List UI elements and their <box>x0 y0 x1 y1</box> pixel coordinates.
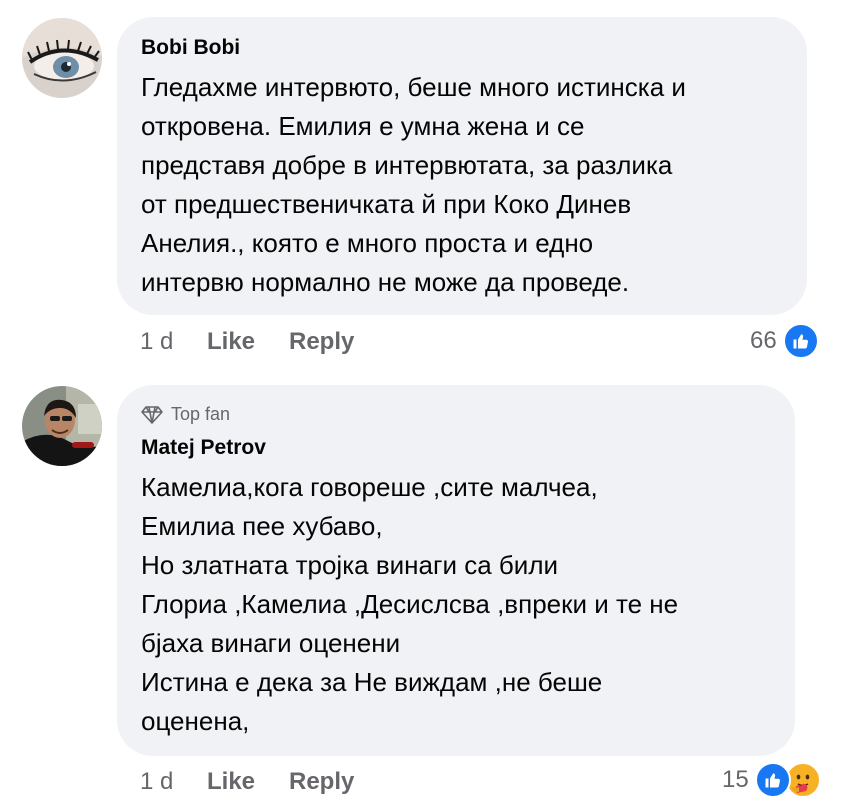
comment-text-line: Камелиа,кога говореше ,сите малчеа, <box>141 472 598 502</box>
like-button[interactable]: Like <box>207 328 255 356</box>
reply-button[interactable]: Reply <box>289 328 354 356</box>
reply-button[interactable]: Reply <box>289 768 354 796</box>
diamond-icon <box>141 405 163 424</box>
comment-text-line: Глориа ,Камелиа ,Десислсва ,впреки и те … <box>141 589 679 619</box>
comment: Bobi Bobi Гледахме интервюто, беше много… <box>0 0 847 380</box>
comment-text-line: бјаха винаги оценени <box>141 628 401 658</box>
comment-text: Камелиа,кога говореше ,сите малчеа, Емил… <box>141 468 678 741</box>
comment-text-line: Гледахме интервюто, беше много истинска … <box>141 72 686 102</box>
comment-text-line: представя добре в интервютата, за разлик… <box>141 150 673 180</box>
reaction-count: 15 <box>722 766 749 793</box>
avatar[interactable] <box>22 386 102 466</box>
comment-actions: 1 d Like Reply <box>0 328 700 358</box>
like-reaction-icon <box>782 323 819 359</box>
comment-text-line: Емилиа пее хубаво, <box>141 511 383 541</box>
reaction-summary[interactable]: 15 <box>722 762 821 798</box>
comment-author[interactable]: Bobi Bobi <box>141 36 240 60</box>
top-fan-label: Top fan <box>171 404 231 424</box>
like-reaction-icon <box>754 762 791 798</box>
avatar[interactable] <box>22 18 102 98</box>
like-button[interactable]: Like <box>207 768 255 796</box>
comment-author[interactable]: Matej Petrov <box>141 436 266 460</box>
comment-text-line: Истина е дека за Не виждам ,не беше <box>141 667 603 697</box>
top-fan-badge: Top fan <box>141 404 230 425</box>
comment-text-line: от предшественичката й при Коко Динев <box>141 189 632 219</box>
comment-timestamp[interactable]: 1 d <box>140 768 173 796</box>
comment-text-line: Но златната тројка винаги са били <box>141 550 559 580</box>
comment-text-line: Анелия., която е много проста и едно <box>141 228 594 258</box>
comment-timestamp[interactable]: 1 d <box>140 328 173 356</box>
comment-text-line: оценена, <box>141 706 250 736</box>
reaction-count: 66 <box>750 327 777 354</box>
comment-actions: 1 d Like Reply <box>0 768 700 798</box>
comment: Top fan Matej Petrov Камелиа,кога говоре… <box>0 380 847 800</box>
comment-text-line: откровена. Емилия е умна жена и се <box>141 111 585 141</box>
comment-text-line: интервю нормално не може да проведе. <box>141 267 630 297</box>
comment-text: Гледахме интервюто, беше много истинска … <box>141 68 686 302</box>
reaction-summary[interactable]: 66 <box>750 323 819 359</box>
